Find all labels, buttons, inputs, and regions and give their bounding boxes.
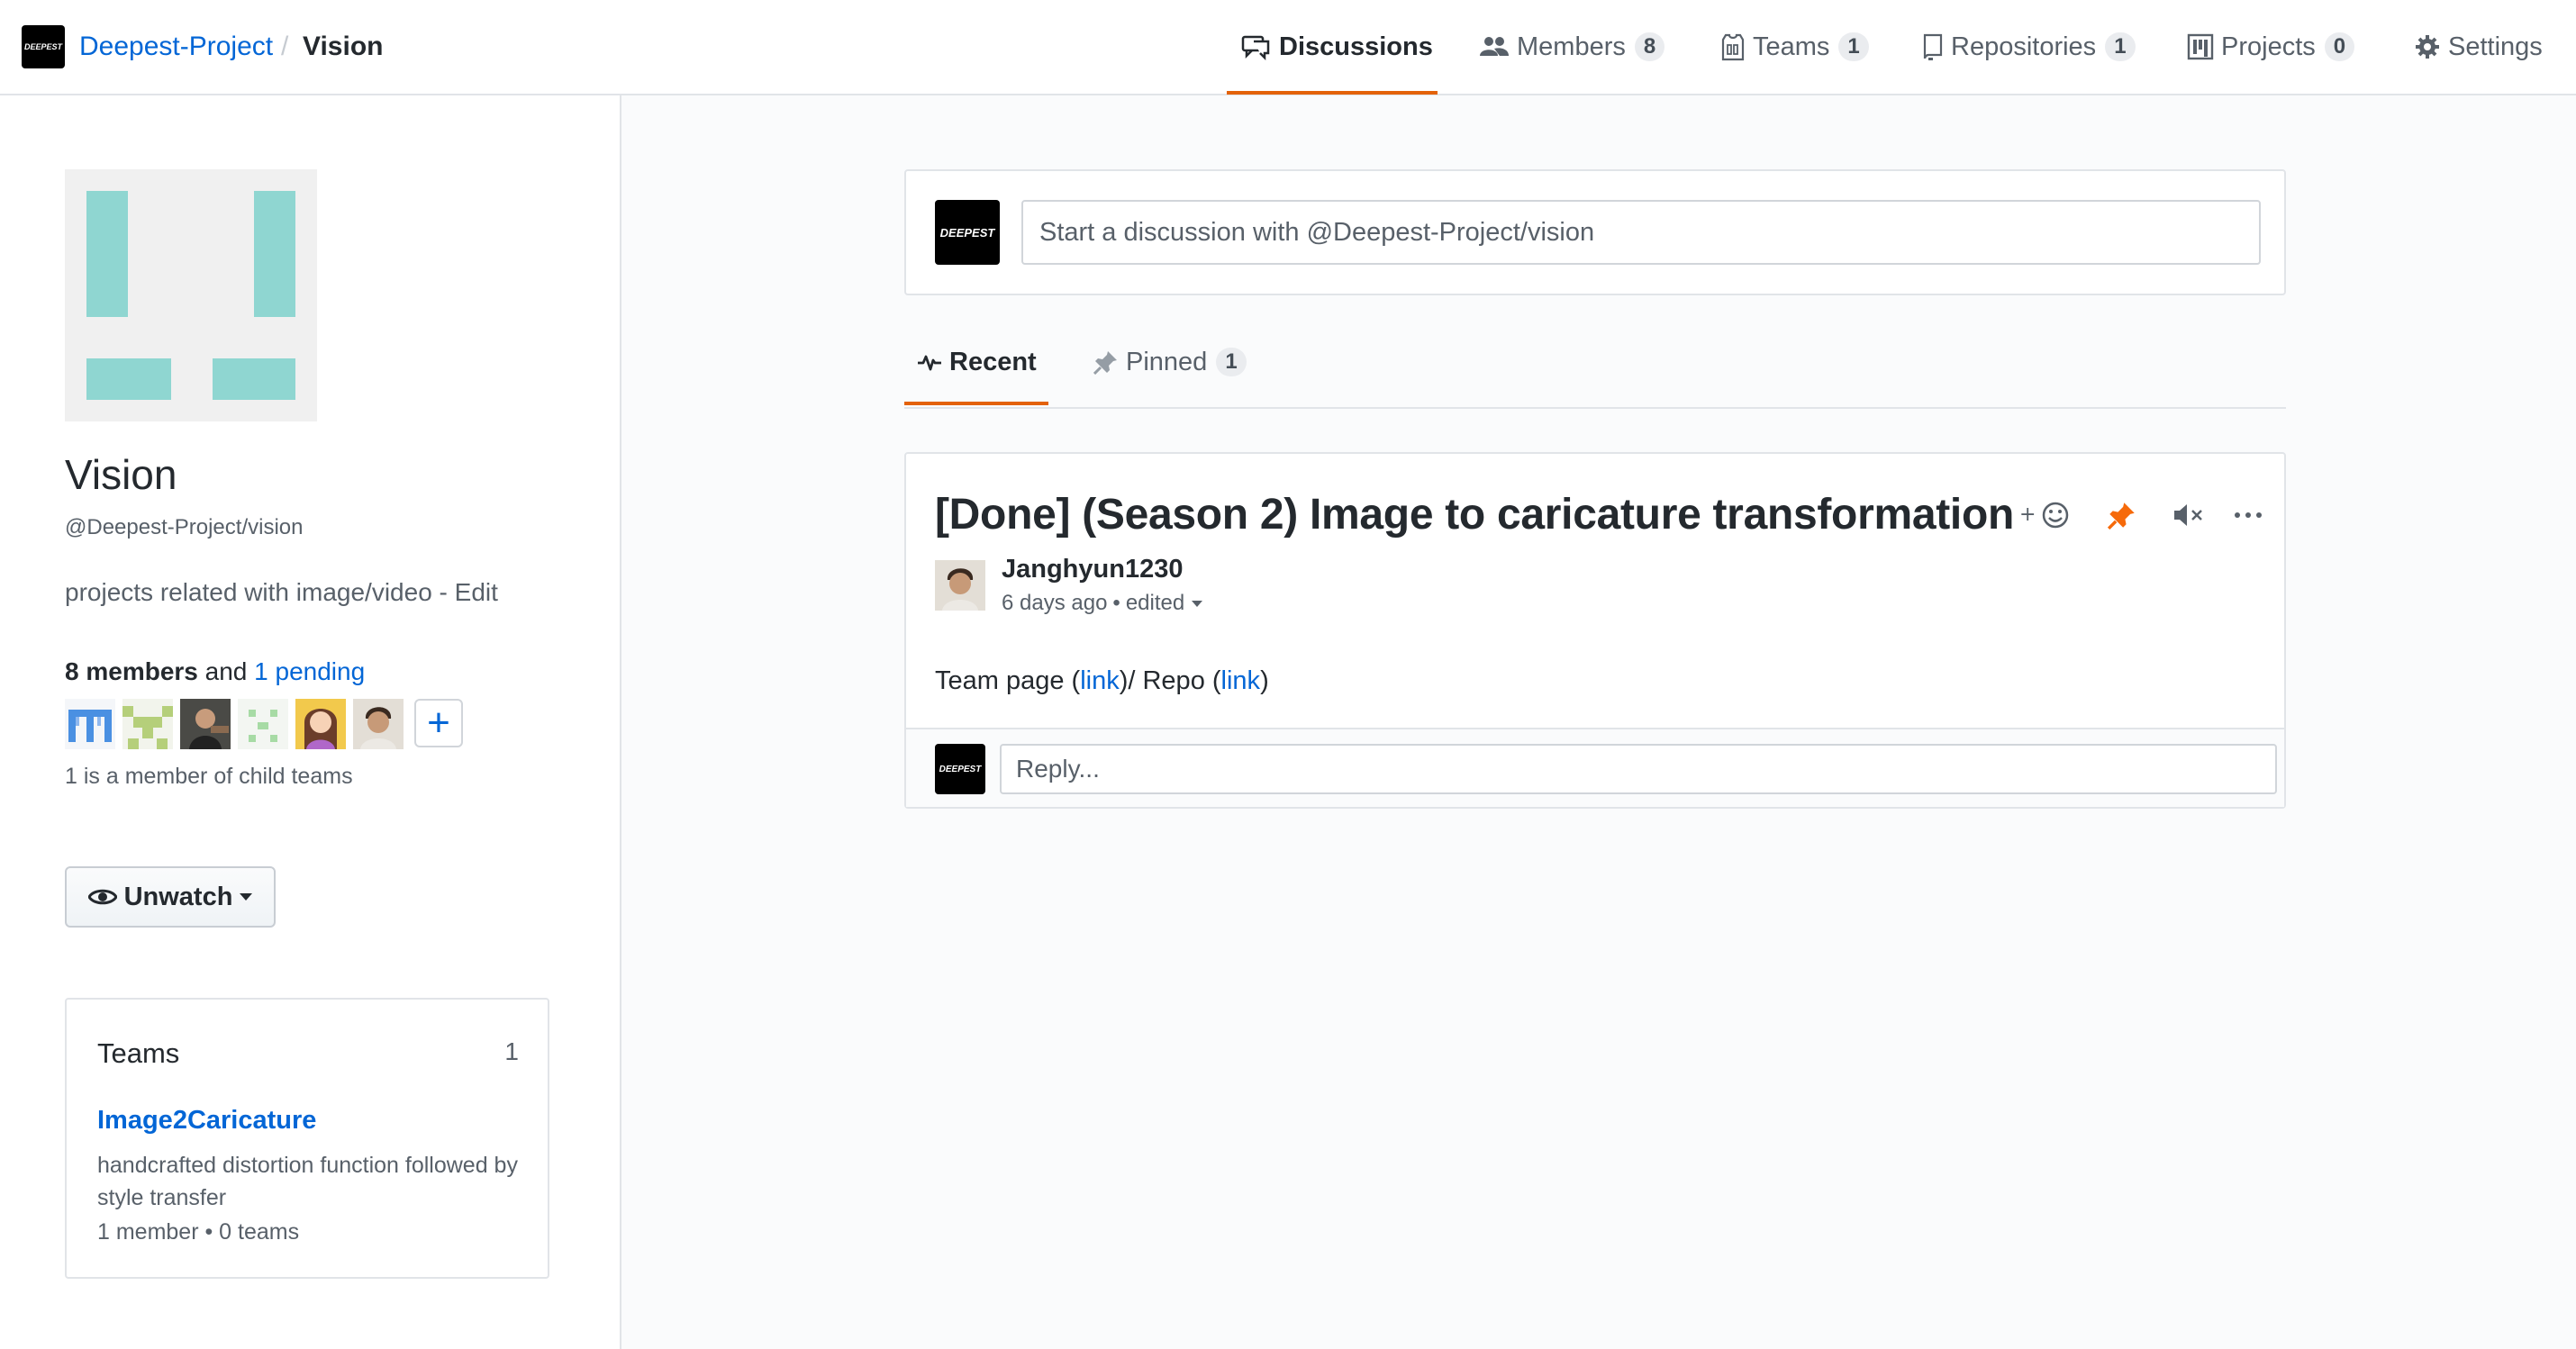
team-name: Vision — [65, 451, 177, 498]
start-discussion-input[interactable]: Start a discussion with @Deepest-Project… — [1021, 200, 2261, 265]
body-text: Team page ( — [935, 666, 1081, 695]
team-description: projects related with image/video - Edit — [65, 578, 498, 606]
chevron-down-icon — [1192, 600, 1203, 607]
tab-members[interactable]: Members 8 — [1479, 0, 1665, 94]
tab-settings[interactable]: Settings — [2414, 0, 2543, 94]
tab-projects[interactable]: Projects 0 — [2187, 0, 2355, 94]
svg-text:+: + — [2019, 503, 2036, 526]
gear-icon — [2416, 35, 2439, 59]
tab-settings-label: Settings — [2448, 32, 2543, 61]
avatar[interactable] — [65, 699, 115, 749]
member-avatars: + — [65, 699, 463, 749]
tab-repositories-label: Repositories — [1951, 32, 2097, 61]
avatar[interactable] — [353, 699, 404, 749]
avatar[interactable] — [180, 699, 231, 749]
project-icon — [2187, 33, 2214, 60]
breadcrumb-separator: / — [281, 32, 289, 61]
discussion-post: [Done] (Season 2) Image to caricature tr… — [904, 452, 2286, 809]
discussion-composer: DEEPEST Start a discussion with @Deepest… — [904, 169, 2286, 295]
add-member-button[interactable]: + — [414, 699, 463, 747]
pin-icon — [1093, 351, 1117, 375]
tab-pinned[interactable]: Pinned 1 — [1093, 342, 1247, 382]
composer-org-logo: DEEPEST — [935, 200, 1000, 265]
tab-members-label: Members — [1517, 32, 1626, 61]
active-tab-indicator — [1227, 91, 1438, 95]
kebab-horizontal-icon — [2235, 512, 2262, 518]
child-team-meta: 1 member • 0 teams — [97, 1219, 300, 1245]
discussion-tabs: Recent Pinned 1 — [904, 315, 2286, 409]
add-reaction-button[interactable]: + — [2019, 493, 2072, 537]
avatar[interactable] — [122, 699, 173, 749]
members-counter: 8 — [1634, 32, 1665, 61]
post-title[interactable]: [Done] (Season 2) Image to caricature tr… — [935, 490, 2014, 539]
child-teams-box: Teams 1 Image2Caricature handcrafted dis… — [65, 998, 549, 1279]
members-and-text: and — [204, 657, 248, 685]
repositories-counter: 1 — [2105, 32, 2136, 61]
team-avatar — [65, 169, 317, 421]
child-team-link[interactable]: Image2Caricature — [97, 1106, 316, 1136]
comment-discussion-icon — [1241, 35, 1270, 60]
post-body: Team page (link)/ Repo (link) — [935, 666, 1269, 696]
author-name[interactable]: Janghyun1230 — [1002, 555, 1183, 584]
tab-discussions[interactable]: Discussions — [1241, 0, 1433, 94]
smiley-icon: + — [2019, 502, 2069, 529]
child-team-description: handcrafted distortion function followed… — [97, 1153, 518, 1210]
breadcrumb-org-link[interactable]: Deepest-Project — [79, 31, 273, 63]
team-slug: @Deepest-Project/vision — [65, 515, 304, 539]
breadcrumb-team-name[interactable]: Vision — [303, 31, 383, 63]
post-meta: 6 days ago • edited — [1002, 591, 1203, 616]
tab-recent-label: Recent — [949, 347, 1037, 376]
reply-bar: DEEPEST Reply... — [906, 728, 2284, 807]
repo-link[interactable]: link — [1221, 666, 1261, 695]
chevron-down-icon — [240, 893, 253, 901]
unwatch-button[interactable]: Unwatch — [65, 866, 276, 928]
child-teams-note: 1 is a member of child teams — [65, 764, 353, 789]
pin-icon — [2108, 502, 2135, 530]
tab-recent[interactable]: Recent — [917, 342, 1037, 382]
pending-members-link[interactable]: 1 pending — [254, 657, 365, 685]
team-sidebar: Vision @Deepest-Project/vision projects … — [0, 95, 621, 1349]
body-text: )/ Repo ( — [1119, 666, 1221, 695]
edited-dropdown[interactable]: edited — [1126, 591, 1184, 616]
more-options-button[interactable] — [2234, 493, 2263, 537]
tab-teams-label: Teams — [1753, 32, 1830, 61]
repo-icon — [1923, 33, 1943, 60]
pulse-icon — [918, 355, 941, 371]
tab-projects-label: Projects — [2221, 32, 2316, 61]
reply-org-logo: DEEPEST — [935, 744, 985, 794]
meta-separator: • — [1112, 591, 1120, 615]
avatar[interactable] — [935, 560, 985, 611]
pinned-counter: 1 — [1216, 348, 1247, 376]
pin-button[interactable] — [2108, 493, 2136, 537]
people-icon — [1480, 37, 1509, 56]
reply-input[interactable]: Reply... — [1000, 744, 2277, 794]
avatar[interactable] — [238, 699, 288, 749]
tab-repositories[interactable]: Repositories 1 — [1922, 0, 2136, 94]
tab-pinned-label: Pinned — [1126, 347, 1208, 376]
members-summary: 8 members and 1 pending — [65, 657, 365, 686]
mute-button[interactable] — [2172, 493, 2205, 537]
tab-teams[interactable]: Teams 1 — [1720, 0, 1869, 94]
teams-box-count: 1 — [504, 1037, 519, 1065]
avatar[interactable] — [295, 699, 346, 749]
members-count[interactable]: 8 members — [65, 657, 198, 685]
tab-discussions-label: Discussions — [1279, 32, 1433, 61]
projects-counter: 0 — [2324, 32, 2355, 61]
eye-icon — [87, 889, 117, 905]
mute-icon — [2174, 504, 2202, 526]
jersey-icon — [1721, 33, 1745, 61]
team-page-link[interactable]: link — [1080, 666, 1120, 695]
org-logo[interactable]: DEEPEST — [22, 25, 65, 68]
unwatch-label: Unwatch — [123, 882, 233, 911]
recent-tab-indicator — [904, 402, 1048, 405]
post-time[interactable]: 6 days ago — [1002, 591, 1107, 616]
team-header: DEEPEST Deepest-Project / Vision Discuss… — [0, 0, 2576, 95]
teams-counter: 1 — [1838, 32, 1869, 61]
teams-box-title: Teams — [97, 1037, 180, 1069]
body-text: ) — [1260, 666, 1269, 695]
